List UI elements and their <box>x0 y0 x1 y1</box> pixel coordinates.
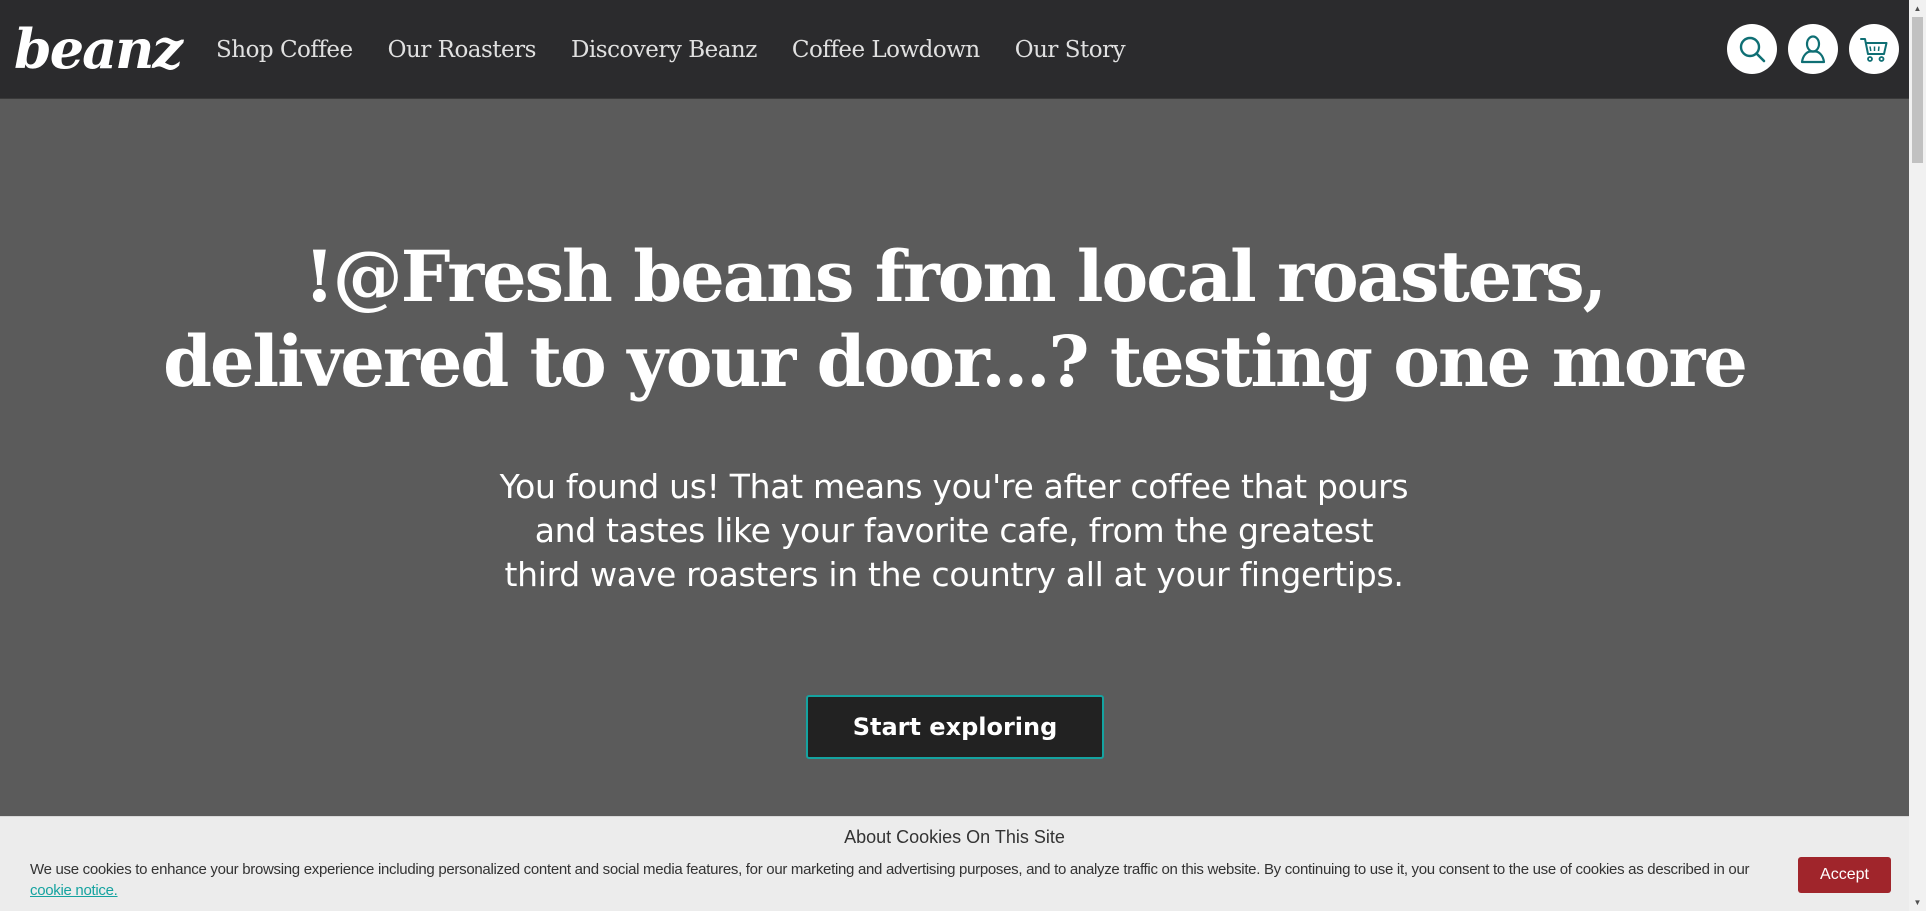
scroll-down-arrow-icon[interactable]: ▼ <box>1909 894 1926 911</box>
nav-discovery-beanz[interactable]: Discovery Beanz <box>571 37 757 63</box>
nav-our-story[interactable]: Our Story <box>1015 37 1126 63</box>
search-icon <box>1739 36 1766 63</box>
cookie-banner-text: We use cookies to enhance your browsing … <box>30 859 1775 901</box>
nav-coffee-lowdown[interactable]: Coffee Lowdown <box>792 37 980 63</box>
nav-shop-coffee[interactable]: Shop Coffee <box>216 37 353 63</box>
cookie-banner: About Cookies On This Site We use cookie… <box>0 816 1909 911</box>
hero-subtitle: You found us! That means you're after co… <box>454 465 1454 597</box>
scroll-up-arrow-icon[interactable]: ▲ <box>1909 0 1926 17</box>
accept-cookies-button[interactable]: Accept <box>1798 857 1891 893</box>
hero-subtitle-line-1: You found us! That means you're after co… <box>499 467 1409 506</box>
hero-title: !@Fresh beans from local roasters, deliv… <box>0 234 1909 404</box>
hero-subtitle-line-3: third wave roasters in the country all a… <box>504 555 1404 594</box>
nav-our-roasters[interactable]: Our Roasters <box>388 37 537 63</box>
hero-title-line-2: delivered to your door...? testing one m… <box>163 320 1748 403</box>
beanz-logo[interactable]: beanz <box>14 14 183 84</box>
hero-title-line-1: !@Fresh beans from local roasters, <box>304 235 1607 318</box>
hero-section: !@Fresh beans from local roasters, deliv… <box>0 99 1909 911</box>
cart-button[interactable] <box>1849 24 1899 74</box>
user-icon <box>1800 35 1826 64</box>
start-exploring-button[interactable]: Start exploring <box>806 695 1104 759</box>
cookie-banner-title: About Cookies On This Site <box>844 827 1065 847</box>
page: beanz Shop Coffee Our Roasters Discovery… <box>0 0 1926 911</box>
header-actions <box>1727 24 1899 74</box>
vertical-scrollbar[interactable]: ▲ ▼ <box>1909 0 1926 911</box>
site-header: beanz Shop Coffee Our Roasters Discovery… <box>0 0 1909 99</box>
cart-icon <box>1860 38 1888 62</box>
search-button[interactable] <box>1727 24 1777 74</box>
cookie-banner-body: We use cookies to enhance your browsing … <box>30 861 1750 878</box>
cookie-notice-link[interactable]: cookie notice. <box>30 882 118 899</box>
main-nav: Shop Coffee Our Roasters Discovery Beanz… <box>216 0 1160 99</box>
hero-subtitle-line-2: and tastes like your favorite cafe, from… <box>534 511 1374 550</box>
scrollbar-thumb[interactable] <box>1912 17 1923 163</box>
account-button[interactable] <box>1788 24 1838 74</box>
main-area: beanz Shop Coffee Our Roasters Discovery… <box>0 0 1909 911</box>
